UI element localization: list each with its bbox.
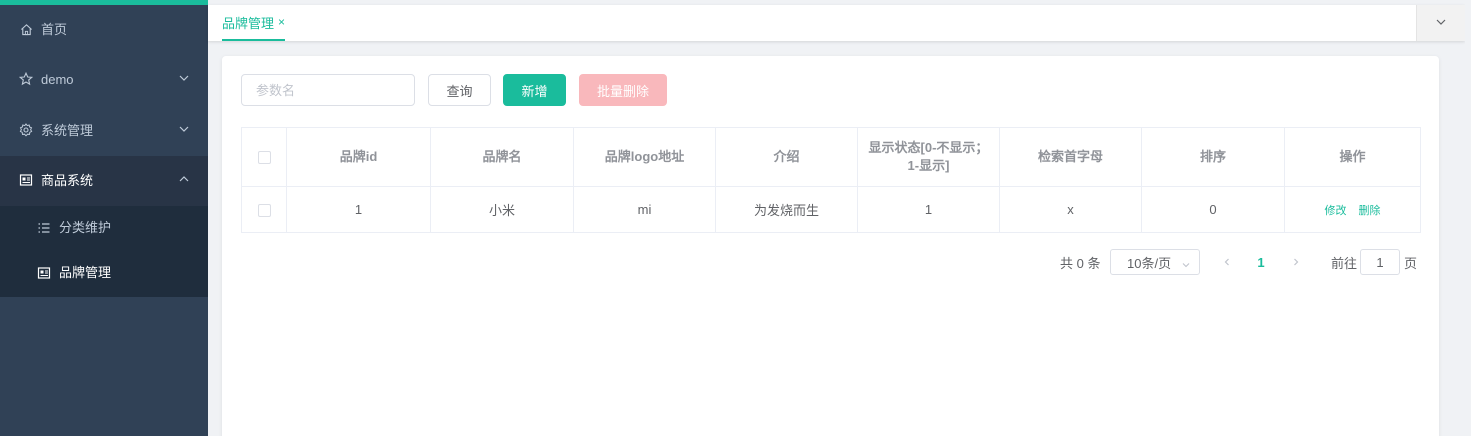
column-header: 介绍 <box>715 127 858 187</box>
column-header: 品牌名 <box>430 127 574 187</box>
chevron-down-icon <box>1181 258 1191 268</box>
sidebar-item-home[interactable]: 首页 <box>0 5 208 55</box>
sidebar-item-label: 首页 <box>41 22 68 37</box>
cell-brand-intro: 为发烧而生 <box>715 186 858 233</box>
sidebar: 首页 demo 系统管理 商品系统 分类维护 品牌管理 <box>0 0 208 436</box>
tab-label: 品牌管理 <box>222 15 275 31</box>
main-card: 查询 新增 批量删除 品牌id 品牌名 品牌logo地址 介绍 显示状态[0-不… <box>222 56 1439 436</box>
home-icon <box>19 22 33 36</box>
column-header: 显示状态[0-不显示；1-显示] <box>857 127 1000 187</box>
sidebar-item-system[interactable]: 系统管理 <box>0 106 208 156</box>
page-number-current[interactable]: 1 <box>1254 249 1268 275</box>
tab-bar: 品牌管理 × <box>208 5 1465 41</box>
prev-page-button[interactable] <box>1217 249 1237 275</box>
chevron-down-icon <box>178 123 190 135</box>
star-icon <box>19 72 33 86</box>
goto-suffix: 页 <box>1404 255 1418 271</box>
page-size-value: 10条/页 <box>1127 255 1172 271</box>
sidebar-item-label: 分类维护 <box>59 220 112 235</box>
gear-icon <box>19 123 33 137</box>
search-input[interactable] <box>241 74 415 106</box>
row-checkbox[interactable] <box>257 204 271 218</box>
column-header: 操作 <box>1284 127 1421 187</box>
select-all-cell <box>241 127 287 187</box>
cell-brand-name: 小米 <box>430 186 574 233</box>
batch-delete-button[interactable]: 批量删除 <box>579 74 667 106</box>
chevron-right-icon <box>1291 255 1301 270</box>
add-button[interactable]: 新增 <box>503 74 566 106</box>
chevron-down-icon <box>178 72 190 84</box>
column-header: 品牌id <box>286 127 431 187</box>
sidebar-item-demo[interactable]: demo <box>0 55 208 105</box>
row-select-cell <box>241 186 287 233</box>
edit-link[interactable]: 修改 <box>1325 205 1347 217</box>
table-row: 1 小米 mi 为发烧而生 1 x 0 修改 删除 <box>241 186 1421 233</box>
goto-page-input[interactable] <box>1360 249 1400 275</box>
chevron-left-icon <box>1222 255 1232 270</box>
list-icon <box>37 221 51 235</box>
sidebar-item-brand[interactable]: 品牌管理 <box>0 251 208 296</box>
delete-link[interactable]: 删除 <box>1359 205 1381 217</box>
sidebar-item-product-system[interactable]: 商品系统 <box>0 156 208 206</box>
tab-brand-management[interactable]: 品牌管理 × <box>222 5 286 41</box>
query-button[interactable]: 查询 <box>428 74 491 106</box>
sidebar-item-category[interactable]: 分类维护 <box>0 206 208 251</box>
goto-label: 前往 <box>1331 255 1358 271</box>
column-header: 检索首字母 <box>999 127 1142 187</box>
brand-table: 品牌id 品牌名 品牌logo地址 介绍 显示状态[0-不显示；1-显示] 检索… <box>241 127 1421 233</box>
product-icon <box>37 266 51 280</box>
cell-actions: 修改 删除 <box>1284 186 1421 233</box>
close-icon[interactable]: × <box>278 15 285 29</box>
tab-dropdown-button[interactable] <box>1416 5 1465 41</box>
submenu-product-system: 分类维护 品牌管理 <box>0 206 208 297</box>
cell-show-status: 1 <box>857 186 1000 233</box>
product-icon <box>19 173 33 187</box>
sidebar-item-label: 商品系统 <box>41 173 94 188</box>
sidebar-item-label: 品牌管理 <box>59 265 112 280</box>
column-header: 品牌logo地址 <box>573 127 716 187</box>
page-size-select[interactable]: 10条/页 <box>1110 249 1200 275</box>
next-page-button[interactable] <box>1286 249 1306 275</box>
window-edge <box>1465 0 1471 436</box>
column-header: 排序 <box>1141 127 1285 187</box>
cell-first-letter: x <box>999 186 1142 233</box>
sidebar-item-label: demo <box>41 72 74 87</box>
chevron-down-icon <box>1435 16 1447 31</box>
cell-sort: 0 <box>1141 186 1285 233</box>
chevron-up-icon <box>178 173 190 185</box>
pagination-total: 共 0 条 <box>1060 255 1101 271</box>
table-header-row: 品牌id 品牌名 品牌logo地址 介绍 显示状态[0-不显示；1-显示] 检索… <box>241 127 1421 187</box>
select-all-checkbox[interactable] <box>257 151 271 165</box>
cell-brand-logo: mi <box>573 186 716 233</box>
cell-brand-id: 1 <box>286 186 431 233</box>
sidebar-item-label: 系统管理 <box>41 123 94 138</box>
